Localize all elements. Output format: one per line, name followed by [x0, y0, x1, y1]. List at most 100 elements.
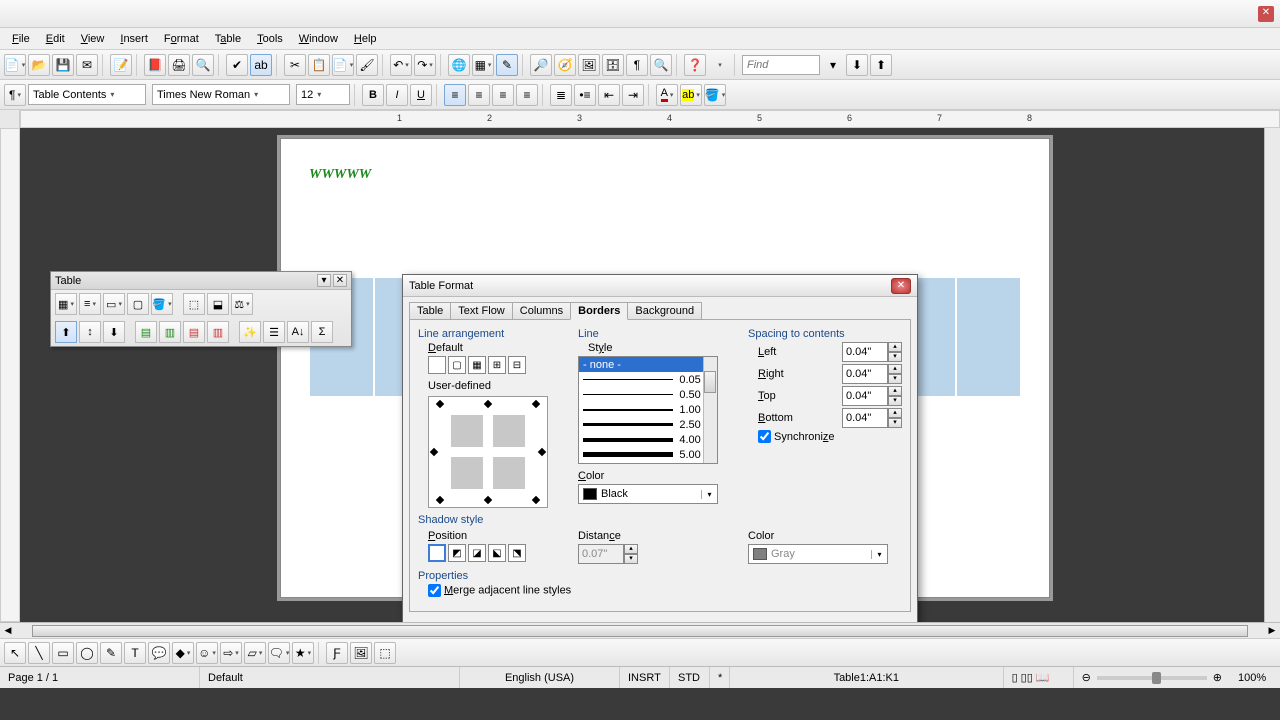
undo-button[interactable]: ↶: [390, 54, 412, 76]
email-button[interactable]: ✉: [76, 54, 98, 76]
horizontal-ruler[interactable]: 1 2 3 4 5 6 7 8: [20, 110, 1280, 128]
numbering-button[interactable]: ≣: [550, 84, 572, 106]
shadow-bl[interactable]: ⬕: [488, 544, 506, 562]
gallery-button[interactable]: 🖼: [578, 54, 600, 76]
symbol-shapes[interactable]: ☺: [196, 642, 218, 664]
merge-cells-button[interactable]: ⬚: [183, 293, 205, 315]
preset-all[interactable]: ▦: [468, 356, 486, 374]
fontwork[interactable]: Ƒ: [326, 642, 348, 664]
synchronize-checkbox[interactable]: [758, 430, 771, 443]
italic-button[interactable]: I: [386, 84, 408, 106]
insert-col-button[interactable]: ▥: [159, 321, 181, 343]
redo-button[interactable]: ↷: [414, 54, 436, 76]
find-toolbar-input[interactable]: [742, 55, 820, 75]
help-button[interactable]: ❓: [684, 54, 706, 76]
status-page[interactable]: Page 1 / 1: [0, 667, 200, 688]
save-button[interactable]: 💾: [52, 54, 74, 76]
underline-button[interactable]: U: [410, 84, 432, 106]
indent-inc-button[interactable]: ⇥: [622, 84, 644, 106]
format-paint-button[interactable]: 🖌: [356, 54, 378, 76]
flowcharts[interactable]: ▱: [244, 642, 266, 664]
indent-dec-button[interactable]: ⇤: [598, 84, 620, 106]
callout-tool[interactable]: 💬: [148, 642, 170, 664]
status-std[interactable]: STD: [670, 667, 710, 688]
top-spin[interactable]: [842, 386, 888, 406]
hyperlink-button[interactable]: 🌐: [448, 54, 470, 76]
shadow-tl[interactable]: ◩: [448, 544, 466, 562]
top-align-button[interactable]: ⬆: [55, 321, 77, 343]
rect-tool[interactable]: ▭: [52, 642, 74, 664]
shadow-none[interactable]: [428, 544, 446, 562]
find-next-down[interactable]: ⬇: [846, 54, 868, 76]
align-left-button[interactable]: ≡: [444, 84, 466, 106]
menu-tools[interactable]: Tools: [249, 31, 291, 47]
align-justify-button[interactable]: ≡: [516, 84, 538, 106]
preset-outer-inner[interactable]: ⊟: [508, 356, 526, 374]
bottom-align-button[interactable]: ⬇: [103, 321, 125, 343]
status-selection[interactable]: Table1:A1:K1: [730, 667, 1004, 688]
from-file[interactable]: 🖼: [350, 642, 372, 664]
new-doc-button[interactable]: 📄: [4, 54, 26, 76]
tab-borders[interactable]: Borders: [570, 302, 628, 320]
autoformat-button[interactable]: ✨: [239, 321, 261, 343]
bgcolor-button[interactable]: 🪣: [704, 84, 726, 106]
sort-button[interactable]: A↓: [287, 321, 309, 343]
select-tool[interactable]: ↖: [4, 642, 26, 664]
zoom-slider[interactable]: [1097, 676, 1207, 680]
zoom-percent[interactable]: 100%: [1230, 667, 1280, 688]
menu-window[interactable]: Window: [291, 31, 346, 47]
view-layout-icons[interactable]: ▯ ▯▯ 📖: [1004, 667, 1074, 688]
cut-button[interactable]: ✂: [284, 54, 306, 76]
vertical-ruler[interactable]: [0, 128, 20, 622]
callouts[interactable]: 🗨: [268, 642, 290, 664]
document-canvas[interactable]: WWWWW Table ▾✕ ▦ ≡ ▭ ▢ 🪣 ⬚ ⬓: [20, 128, 1264, 622]
autospell-button[interactable]: ab: [250, 54, 272, 76]
merge-adjacent-checkbox[interactable]: [428, 584, 441, 597]
spellcheck-button[interactable]: ✔: [226, 54, 248, 76]
preset-outer[interactable]: ⊞: [488, 356, 506, 374]
basic-shapes[interactable]: ◆: [172, 642, 194, 664]
zoom-button[interactable]: 🔍: [650, 54, 672, 76]
delete-col-button[interactable]: ▥: [207, 321, 229, 343]
block-arrows[interactable]: ⇨: [220, 642, 242, 664]
bullets-button[interactable]: •≡: [574, 84, 596, 106]
find-next-up[interactable]: ⬆: [870, 54, 892, 76]
font-size-combo[interactable]: 12▾: [296, 84, 350, 105]
menu-view[interactable]: View: [73, 31, 113, 47]
menu-table[interactable]: Table: [207, 31, 249, 47]
sum-button[interactable]: Σ: [311, 321, 333, 343]
insert-row-button[interactable]: ▤: [135, 321, 157, 343]
border-color-button[interactable]: ▭: [103, 293, 125, 315]
align-center-button[interactable]: ≡: [468, 84, 490, 106]
status-language[interactable]: English (USA): [460, 667, 620, 688]
tab-text-flow[interactable]: Text Flow: [450, 302, 512, 320]
line-tool[interactable]: ╲: [28, 642, 50, 664]
table-button[interactable]: ▦: [472, 54, 494, 76]
line-style-listbox[interactable]: - none - 0.05 pt 0.50 pt 1.00 pt 2.50 pt…: [578, 356, 718, 464]
bottom-spin[interactable]: [842, 408, 888, 428]
print-button[interactable]: 🖨: [168, 54, 190, 76]
navigator-button[interactable]: 🧭: [554, 54, 576, 76]
dialog-close-icon[interactable]: ✕: [891, 278, 911, 294]
find-replace-button[interactable]: 🔎: [530, 54, 552, 76]
menu-insert[interactable]: Insert: [112, 31, 156, 47]
center-align-button[interactable]: ↕: [79, 321, 101, 343]
extrusion[interactable]: ⬚: [374, 642, 396, 664]
tab-columns[interactable]: Columns: [512, 302, 571, 320]
status-insert[interactable]: INSRT: [620, 667, 670, 688]
ellipse-tool[interactable]: ◯: [76, 642, 98, 664]
line-color-combo[interactable]: Black ▾: [578, 484, 718, 504]
edit-doc-button[interactable]: 📝: [110, 54, 132, 76]
delete-row-button[interactable]: ▤: [183, 321, 205, 343]
bg-color-button[interactable]: 🪣: [151, 293, 173, 315]
export-pdf-button[interactable]: 📕: [144, 54, 166, 76]
table-props-button[interactable]: ☰: [263, 321, 285, 343]
status-style[interactable]: Default: [200, 667, 460, 688]
help-whatsthis[interactable]: [708, 54, 730, 76]
font-name-combo[interactable]: Times New Roman▾: [152, 84, 290, 105]
style-list-thumb[interactable]: [704, 371, 716, 393]
copy-button[interactable]: 📋: [308, 54, 330, 76]
toolbar-minimize-icon[interactable]: ▾: [317, 274, 331, 287]
optimize-button[interactable]: ⚖: [231, 293, 253, 315]
right-spin[interactable]: [842, 364, 888, 384]
